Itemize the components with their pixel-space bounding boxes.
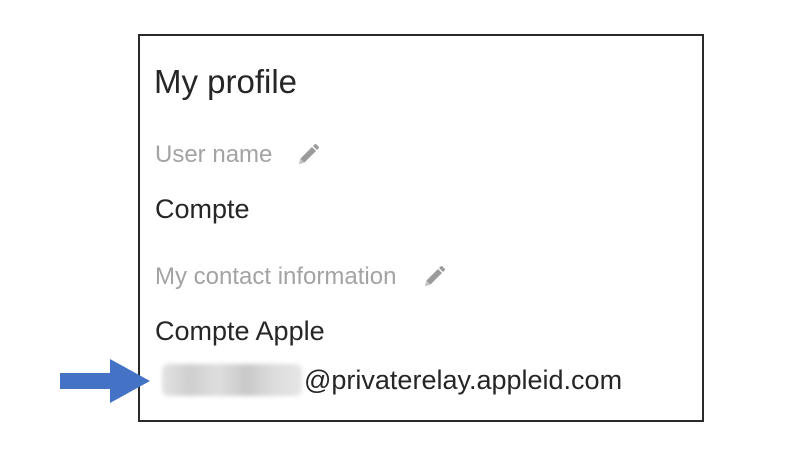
email-domain: @privaterelay.appleid.com xyxy=(304,365,623,395)
page: My profile User name Compte My contact i… xyxy=(0,0,794,474)
email-address: @privaterelay.appleid.com xyxy=(162,360,622,400)
pencil-icon[interactable] xyxy=(422,265,446,289)
user-name-label: User name xyxy=(155,141,273,168)
contact-info-label: My contact information xyxy=(155,263,397,290)
contact-info-value: Compte Apple xyxy=(155,316,325,346)
pencil-icon[interactable] xyxy=(296,143,320,167)
profile-card: My profile User name Compte My contact i… xyxy=(138,34,704,422)
user-name-field-label: User name xyxy=(155,140,320,170)
contact-info-field-label: My contact information xyxy=(155,262,446,292)
blurred-email-local-part xyxy=(162,364,302,396)
user-name-value: Compte xyxy=(155,194,250,224)
right-arrow-icon xyxy=(60,359,150,403)
page-title: My profile xyxy=(154,63,298,100)
